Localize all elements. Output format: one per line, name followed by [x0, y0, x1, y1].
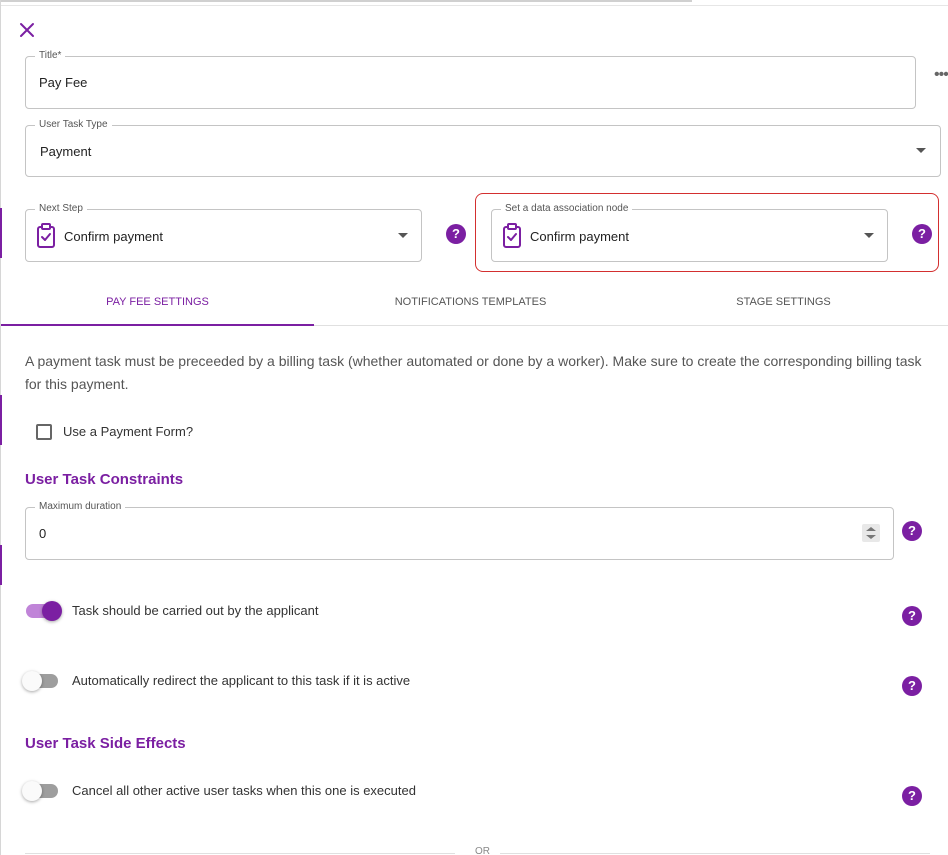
maximum-duration-input[interactable]: 0: [39, 526, 46, 541]
top-scroll-indicator: [0, 0, 692, 2]
tab-pay-fee-settings[interactable]: PAY FEE SETTINGS: [1, 280, 314, 326]
number-stepper[interactable]: [862, 524, 880, 542]
close-icon[interactable]: [17, 20, 37, 40]
cancel-others-toggle[interactable]: [22, 780, 60, 802]
payment-task-description: A payment task must be preceeded by a bi…: [25, 353, 922, 392]
carried-by-applicant-toggle[interactable]: [24, 600, 62, 622]
left-edge-marker: [0, 208, 2, 258]
constraints-section-title: User Task Constraints: [25, 471, 184, 488]
payment-form-label: Use a Payment Form?: [63, 424, 194, 439]
title-field[interactable]: Title* Pay Fee: [25, 49, 916, 109]
cancel-others-label: Cancel all other active user tasks when …: [72, 783, 416, 798]
help-icon[interactable]: ?: [912, 224, 932, 244]
next-step-label: Next Step: [35, 202, 87, 216]
next-step-value: Confirm payment: [64, 229, 163, 244]
title-field-label: Title*: [35, 49, 66, 63]
data-association-node-value: Confirm payment: [530, 229, 629, 244]
auto-redirect-toggle[interactable]: [22, 670, 60, 692]
title-input[interactable]: Pay Fee: [39, 75, 87, 90]
tab-notifications-templates[interactable]: NOTIFICATIONS TEMPLATES: [314, 280, 627, 326]
help-icon[interactable]: ?: [446, 224, 466, 244]
settings-tabs: PAY FEE SETTINGS NOTIFICATIONS TEMPLATES…: [1, 280, 948, 326]
top-divider: [0, 5, 948, 6]
help-icon[interactable]: ?: [902, 676, 922, 696]
data-association-node-select[interactable]: Set a data association node Confirm paym…: [491, 202, 888, 262]
side-effects-section-title: User Task Side Effects: [25, 735, 186, 752]
carried-by-applicant-label: Task should be carried out by the applic…: [72, 603, 319, 618]
more-horizontal-icon[interactable]: •••: [934, 66, 948, 84]
chevron-down-icon: [916, 148, 926, 153]
tab-stage-settings[interactable]: STAGE SETTINGS: [627, 280, 940, 326]
help-icon[interactable]: ?: [902, 521, 922, 541]
left-edge-marker: [0, 395, 2, 445]
next-step-select[interactable]: Next Step Confirm payment: [25, 202, 422, 262]
payment-form-checkbox[interactable]: [36, 424, 52, 440]
divider: [500, 853, 930, 854]
maximum-duration-label: Maximum duration: [35, 500, 126, 514]
or-separator: OR: [475, 846, 490, 855]
user-task-type-label: User Task Type: [35, 118, 112, 132]
chevron-down-icon: [398, 233, 408, 238]
auto-redirect-label: Automatically redirect the applicant to …: [72, 673, 411, 688]
help-icon[interactable]: ?: [902, 606, 922, 626]
divider: [25, 853, 455, 854]
left-edge-marker: [0, 545, 2, 585]
maximum-duration-field[interactable]: Maximum duration 0: [25, 500, 894, 560]
clipboard-check-icon: [36, 223, 56, 249]
user-task-type-value: Payment: [40, 144, 92, 159]
chevron-down-icon: [864, 233, 874, 238]
help-icon[interactable]: ?: [902, 786, 922, 806]
user-task-type-select[interactable]: User Task Type Payment: [25, 118, 941, 177]
clipboard-check-icon: [502, 223, 522, 249]
data-association-node-label: Set a data association node: [501, 202, 633, 216]
